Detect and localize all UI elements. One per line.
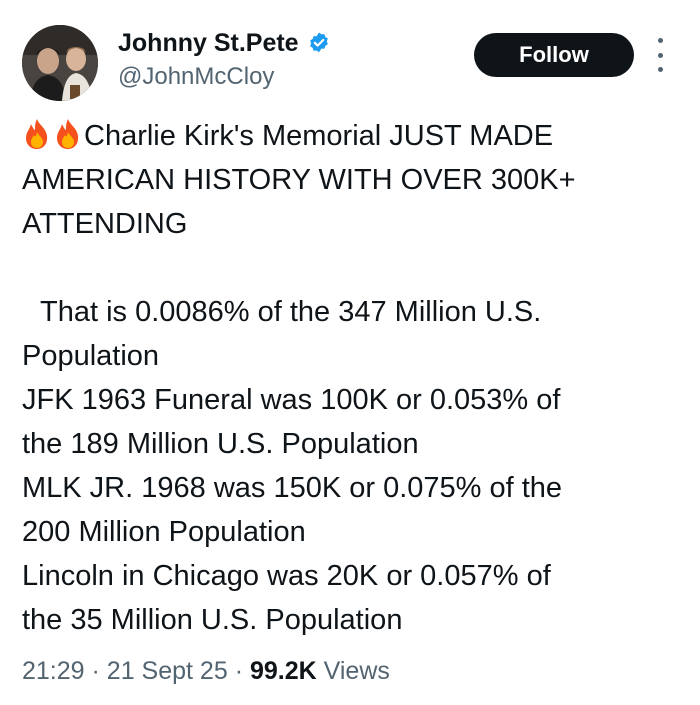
tweet-line: ATTENDING	[22, 208, 188, 240]
tweet-line: MLK JR. 1968 was 150K or 0.075% of the	[22, 472, 563, 504]
tweet-line: Lincoln in Chicago was 20K or 0.057% of	[22, 560, 551, 592]
author-name-row[interactable]: Johnny St.Pete	[118, 27, 331, 59]
avatar[interactable]	[22, 25, 98, 101]
tweet-line-text: Charlie Kirk's Memorial JUST MADE	[84, 120, 554, 152]
tweet-line: JFK 1963 Funeral was 100K or 0.053% of	[22, 384, 561, 416]
follow-button[interactable]: Follow	[474, 33, 634, 77]
author-handle[interactable]: @JohnMcCloy	[118, 62, 274, 92]
tweet-line: AMERICAN HISTORY WITH OVER 300K+	[22, 164, 576, 196]
fire-icon	[53, 118, 83, 150]
tweet-line: the 35 Million U.S. Population	[22, 604, 403, 636]
tweet-body: Charlie Kirk's Memorial JUST MADE AMERIC…	[22, 114, 682, 642]
tweet-line: Population	[22, 340, 160, 372]
tweet-date[interactable]: 21 Sept 25	[107, 657, 228, 685]
tweet-time[interactable]: 21:29	[22, 657, 85, 685]
tweet-line: Charlie Kirk's Memorial JUST MADE	[22, 114, 682, 158]
tweet-line: the 189 Million U.S. Population	[22, 428, 419, 460]
tweet-meta: 21:29 · 21 Sept 25 · 99.2K Views	[22, 655, 390, 687]
fire-icon	[22, 118, 52, 150]
meta-separator: ·	[234, 657, 244, 685]
views-label: Views	[323, 657, 390, 685]
display-name[interactable]: Johnny St.Pete	[118, 27, 299, 59]
tweet-card: Johnny St.Pete @JohnMcCloy Follow Charli…	[0, 0, 700, 705]
tweet-line: 200 Million Population	[22, 516, 306, 548]
meta-separator: ·	[91, 657, 100, 685]
tweet-line: That is 0.0086% of the 347 Million U.S.	[40, 296, 542, 328]
avatar-photo-icon	[22, 25, 98, 101]
views-count[interactable]: 99.2K	[250, 657, 317, 685]
more-options-icon[interactable]	[652, 38, 668, 72]
verified-badge-icon	[307, 31, 331, 55]
